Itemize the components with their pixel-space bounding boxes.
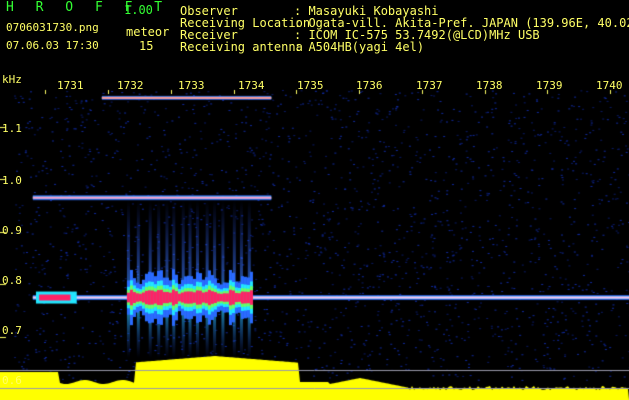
x-tick-label: 1734 xyxy=(238,79,265,92)
x-tick-label: 1732 xyxy=(117,79,144,92)
y-tick-label: 1.1 xyxy=(2,122,22,135)
spectrogram xyxy=(0,0,629,400)
y-tick-label: 0.6 xyxy=(2,374,22,387)
hrofft-screen: H R O F F T 1.00 0706031730.png meteor 0… xyxy=(0,0,629,400)
x-tick-label: 1737 xyxy=(416,79,443,92)
y-tick-label: 0.8 xyxy=(2,274,22,287)
app-version: 1.00 xyxy=(124,3,153,17)
x-tick-label: 1731 xyxy=(57,79,84,92)
file-datetime: 07.06.03 17:30 xyxy=(6,39,99,52)
antenna-value: : A504HB(yagi 4el) xyxy=(294,40,425,54)
y-tick-label: 0.9 xyxy=(2,224,22,237)
y-tick-label: 1.0 xyxy=(2,174,22,187)
x-tick-label: 1740 xyxy=(596,79,623,92)
x-tick-label: 1736 xyxy=(356,79,383,92)
meteor-count: 15 xyxy=(139,39,154,53)
x-tick-label: 1735 xyxy=(297,79,324,92)
file-name: 0706031730.png xyxy=(6,21,99,34)
y-axis-unit: kHz xyxy=(2,73,22,86)
x-tick-label: 1733 xyxy=(178,79,205,92)
y-tick-label: 0.7 xyxy=(2,324,22,337)
meteor-label: meteor xyxy=(126,25,170,39)
antenna-key: Receiving antenna xyxy=(180,40,303,54)
x-tick-label: 1738 xyxy=(476,79,503,92)
x-tick-label: 1739 xyxy=(536,79,563,92)
